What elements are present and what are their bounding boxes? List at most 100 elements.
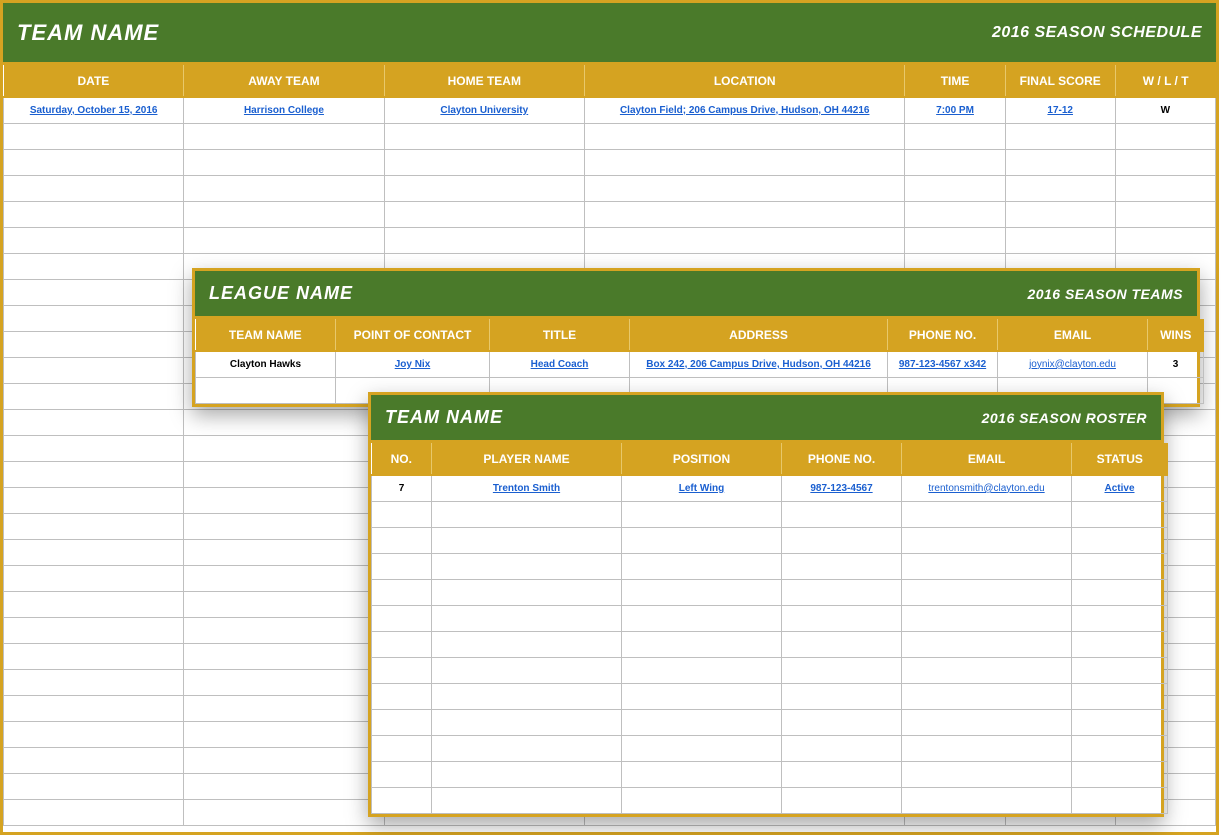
table-row[interactable]	[372, 735, 1168, 761]
table-cell[interactable]	[432, 709, 622, 735]
table-cell[interactable]	[4, 747, 184, 773]
table-cell[interactable]	[4, 513, 184, 539]
table-cell[interactable]	[782, 735, 902, 761]
table-cell[interactable]	[4, 643, 184, 669]
table-cell[interactable]	[782, 683, 902, 709]
table-cell[interactable]: joynix@clayton.edu	[998, 351, 1148, 377]
table-row[interactable]	[372, 761, 1168, 787]
table-cell[interactable]	[622, 735, 782, 761]
table-cell[interactable]	[622, 683, 782, 709]
table-cell[interactable]	[432, 579, 622, 605]
table-row[interactable]	[372, 501, 1168, 527]
table-cell[interactable]	[782, 501, 902, 527]
table-cell[interactable]: Box 242, 206 Campus Drive, Hudson, OH 44…	[630, 351, 888, 377]
table-cell[interactable]	[782, 761, 902, 787]
table-row[interactable]: Saturday, October 15, 2016Harrison Colle…	[4, 97, 1216, 123]
table-cell[interactable]	[432, 527, 622, 553]
table-cell[interactable]	[622, 579, 782, 605]
table-cell[interactable]	[905, 123, 1005, 149]
table-cell[interactable]	[1072, 631, 1168, 657]
table-cell[interactable]: trentonsmith@clayton.edu	[902, 475, 1072, 501]
table-cell[interactable]	[4, 669, 184, 695]
table-cell[interactable]	[905, 175, 1005, 201]
table-cell[interactable]	[1072, 761, 1168, 787]
table-cell[interactable]	[1072, 501, 1168, 527]
table-cell[interactable]	[622, 787, 782, 813]
table-cell[interactable]	[184, 747, 384, 773]
table-cell[interactable]: W	[1115, 97, 1215, 123]
table-cell[interactable]	[432, 761, 622, 787]
table-cell[interactable]	[584, 175, 905, 201]
table-cell[interactable]	[902, 683, 1072, 709]
table-cell[interactable]	[184, 773, 384, 799]
table-cell[interactable]	[4, 487, 184, 513]
table-cell[interactable]	[584, 149, 905, 175]
table-cell[interactable]	[432, 735, 622, 761]
table-cell[interactable]	[902, 709, 1072, 735]
table-cell[interactable]	[902, 787, 1072, 813]
table-cell[interactable]	[782, 787, 902, 813]
table-row[interactable]	[4, 201, 1216, 227]
table-cell[interactable]	[902, 761, 1072, 787]
table-cell[interactable]	[1115, 175, 1215, 201]
table-cell[interactable]	[184, 643, 384, 669]
table-cell[interactable]	[184, 123, 384, 149]
table-cell[interactable]	[1115, 227, 1215, 253]
table-cell[interactable]	[4, 201, 184, 227]
table-cell[interactable]	[4, 383, 184, 409]
table-cell[interactable]: Joy Nix	[336, 351, 490, 377]
table-cell[interactable]	[782, 657, 902, 683]
table-cell[interactable]	[196, 377, 336, 403]
table-row[interactable]	[372, 683, 1168, 709]
table-cell[interactable]	[905, 149, 1005, 175]
table-cell[interactable]	[372, 527, 432, 553]
table-row[interactable]	[4, 123, 1216, 149]
table-row[interactable]	[372, 553, 1168, 579]
table-cell[interactable]	[584, 227, 905, 253]
table-cell[interactable]	[432, 631, 622, 657]
table-cell[interactable]	[184, 591, 384, 617]
table-cell[interactable]: Left Wing	[622, 475, 782, 501]
table-cell[interactable]: 987-123-4567 x342	[888, 351, 998, 377]
table-row[interactable]: 7Trenton SmithLeft Wing987-123-4567trent…	[372, 475, 1168, 501]
table-cell[interactable]	[4, 305, 184, 331]
table-cell[interactable]	[902, 605, 1072, 631]
table-cell[interactable]	[184, 565, 384, 591]
table-cell[interactable]	[1072, 605, 1168, 631]
table-cell[interactable]	[1072, 709, 1168, 735]
table-cell[interactable]	[184, 721, 384, 747]
table-cell[interactable]	[372, 761, 432, 787]
table-cell[interactable]	[372, 787, 432, 813]
table-cell[interactable]	[184, 617, 384, 643]
table-row[interactable]	[372, 631, 1168, 657]
table-row[interactable]	[372, 527, 1168, 553]
table-cell[interactable]	[1115, 149, 1215, 175]
table-cell[interactable]	[1072, 553, 1168, 579]
table-row[interactable]	[4, 175, 1216, 201]
table-row[interactable]	[4, 149, 1216, 175]
table-cell[interactable]	[4, 331, 184, 357]
table-cell[interactable]	[384, 201, 584, 227]
table-cell[interactable]	[782, 709, 902, 735]
table-cell[interactable]	[4, 175, 184, 201]
table-cell[interactable]	[184, 175, 384, 201]
table-cell[interactable]	[622, 709, 782, 735]
table-cell[interactable]	[1072, 735, 1168, 761]
table-cell[interactable]: 3	[1148, 351, 1204, 377]
table-cell[interactable]	[372, 501, 432, 527]
table-cell[interactable]	[782, 553, 902, 579]
table-cell[interactable]	[902, 631, 1072, 657]
table-cell[interactable]	[1072, 787, 1168, 813]
table-cell[interactable]	[184, 487, 384, 513]
table-cell[interactable]: Head Coach	[490, 351, 630, 377]
table-cell[interactable]	[782, 579, 902, 605]
table-row[interactable]	[4, 227, 1216, 253]
table-cell[interactable]	[184, 227, 384, 253]
table-cell[interactable]	[1072, 683, 1168, 709]
table-cell[interactable]	[782, 527, 902, 553]
table-cell[interactable]	[622, 761, 782, 787]
table-cell[interactable]	[902, 527, 1072, 553]
table-cell[interactable]	[184, 539, 384, 565]
table-row[interactable]	[372, 579, 1168, 605]
table-cell[interactable]	[372, 683, 432, 709]
